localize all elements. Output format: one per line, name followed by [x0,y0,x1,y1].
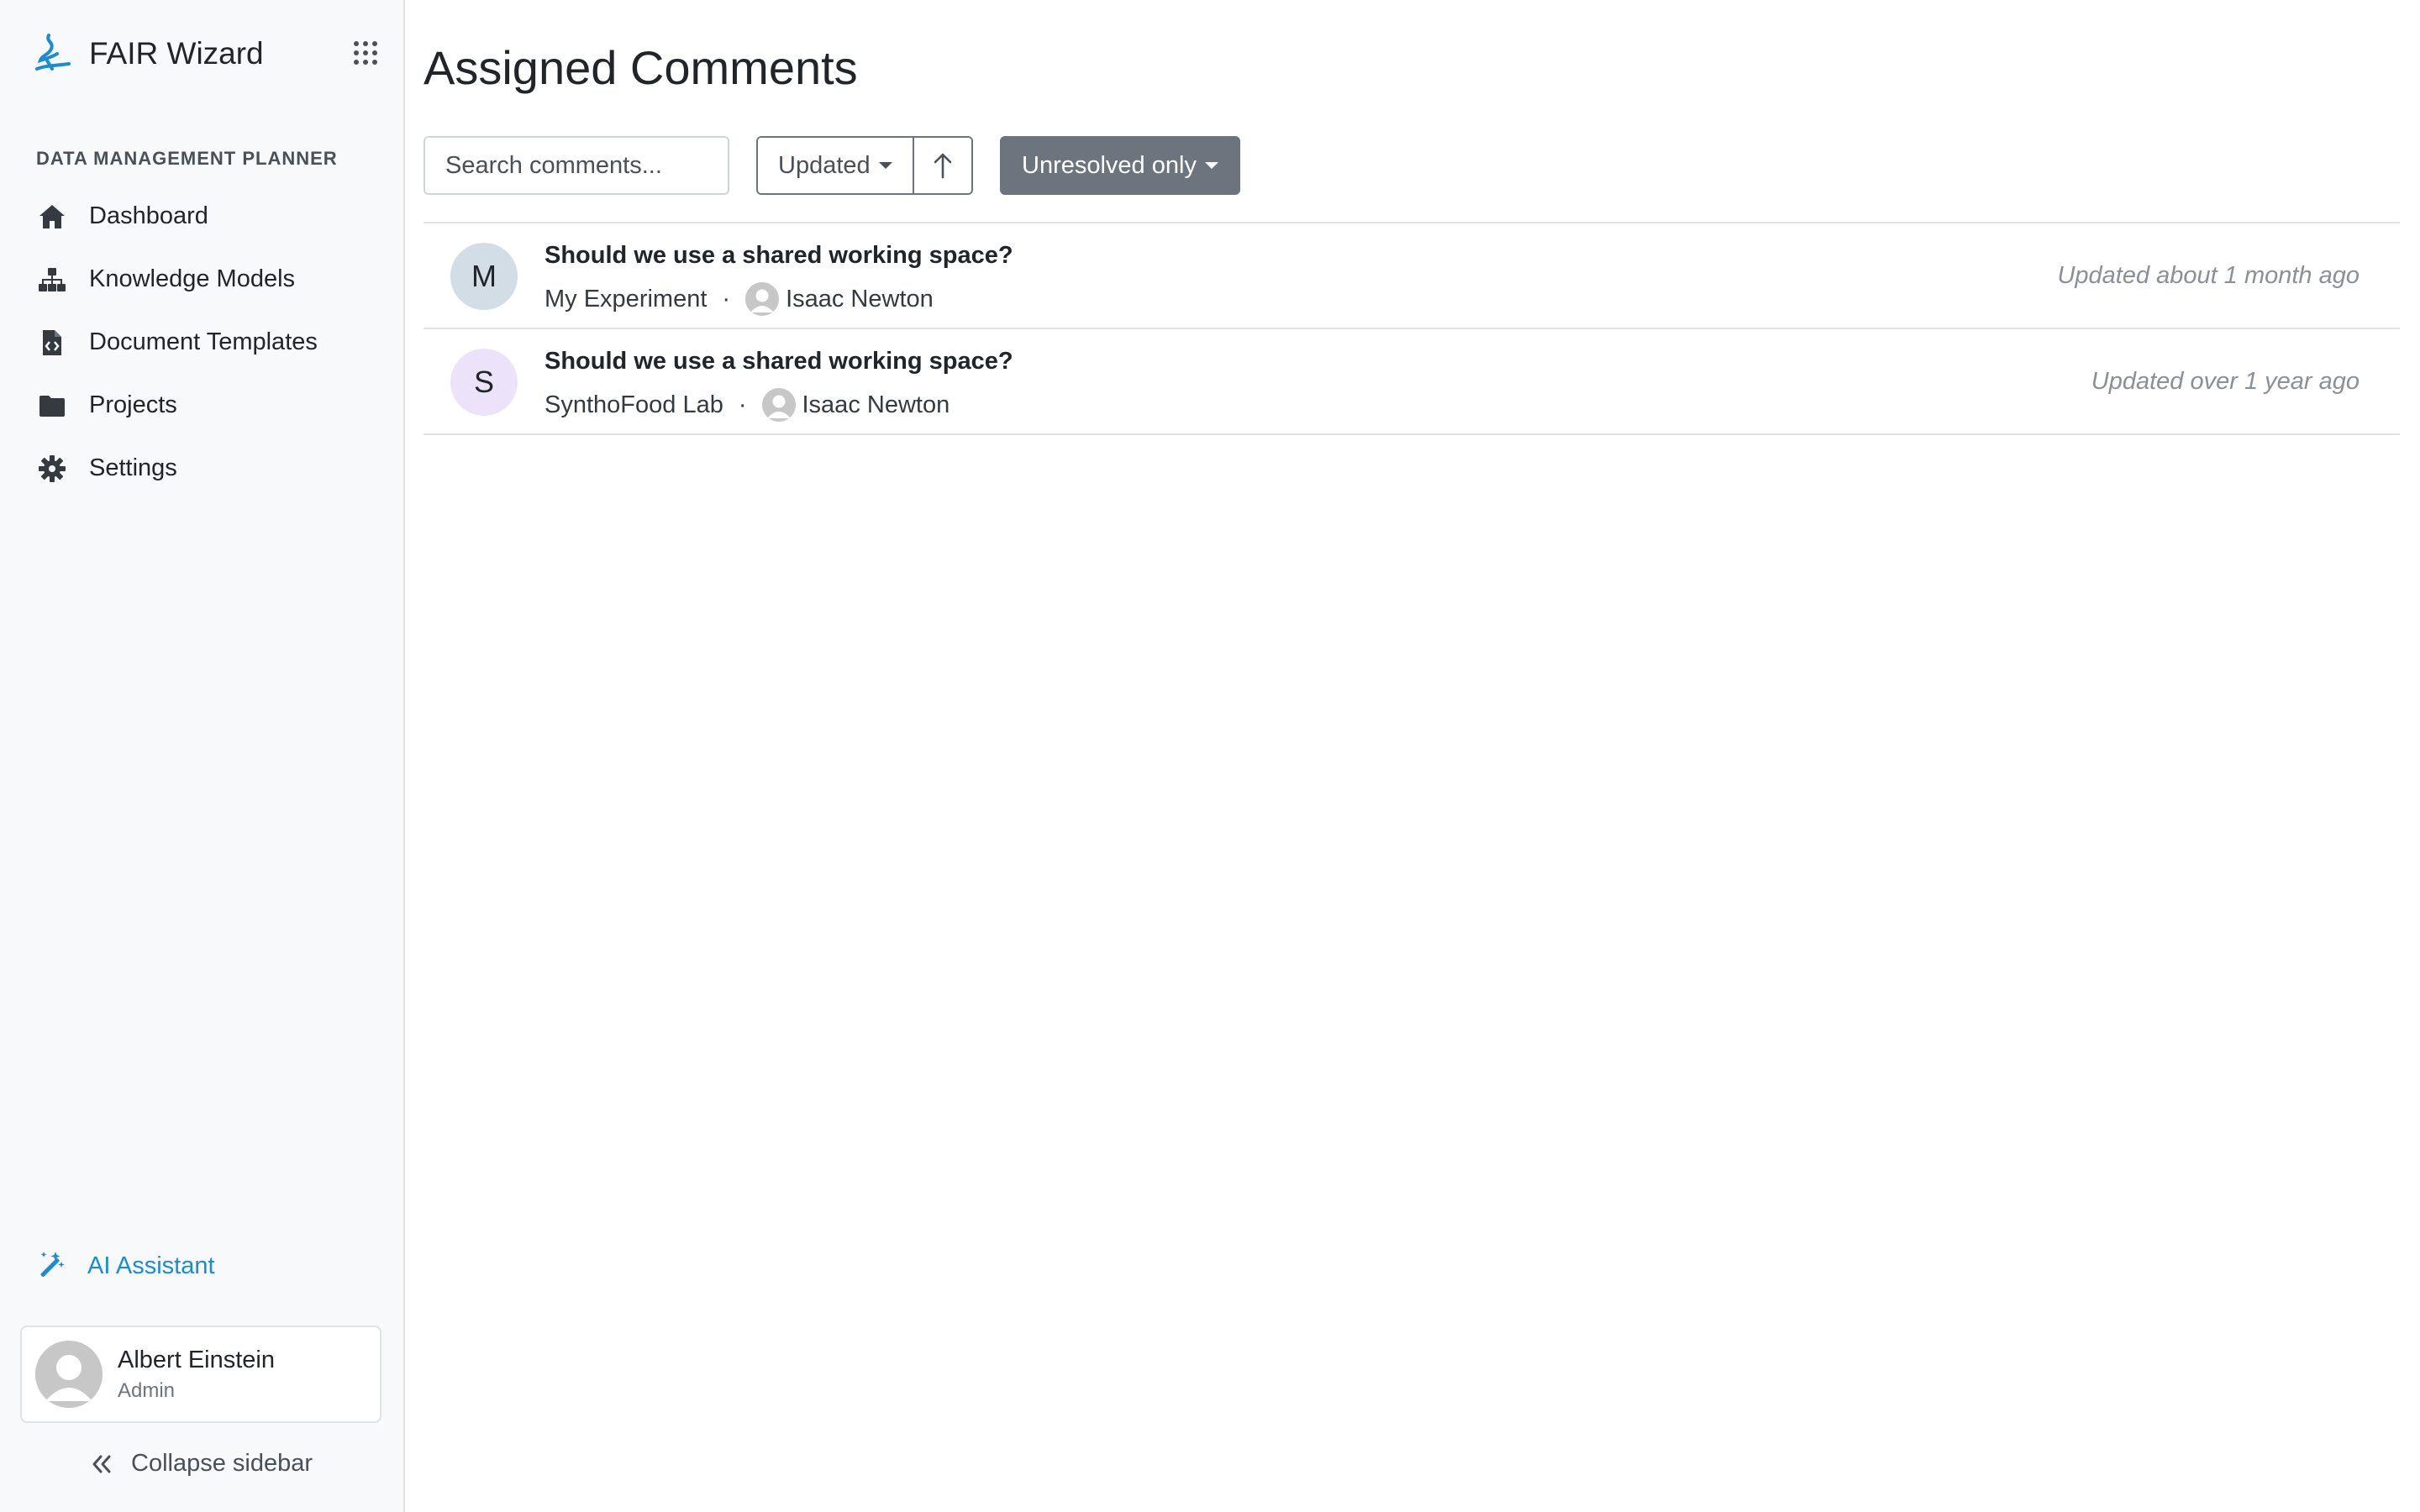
fair-wizard-logo-icon [35,34,71,71]
resolution-filter-dropdown[interactable]: Unresolved only [1000,136,1240,195]
sidebar-nav: Dashboard Knowledge Models Document Temp… [24,185,381,500]
user-role: Admin [118,1378,176,1402]
project-initial-avatar: M [450,243,518,310]
comment-meta: My Experiment · Isaac Newton [544,282,934,316]
file-code-icon [37,328,67,358]
filter-label: Unresolved only [1022,151,1197,179]
page-title: Assigned Comments [424,41,858,94]
sidebar-item-ai-assistant[interactable]: AI Assistant [37,1250,215,1283]
arrow-up-icon [934,153,951,179]
app-name: FAIR Wizard [89,36,264,71]
sidebar: FAIR Wizard DATA MANAGEMENT PLANNER Dash… [0,0,405,1512]
updated-timestamp: Updated over 1 year ago [2091,368,2360,395]
sort-field-label: Updated [778,151,871,179]
sort-field-dropdown[interactable]: Updated [758,138,913,193]
folder-icon [37,391,67,421]
sidebar-item-knowledge-models[interactable]: Knowledge Models [24,248,381,311]
separator-dot: · [738,391,747,418]
updated-timestamp: Updated about 1 month ago [2057,262,2360,289]
brand[interactable]: FAIR Wizard [30,29,264,79]
ai-assistant-label: AI Assistant [87,1252,215,1279]
caret-down-icon [1204,162,1218,169]
comment-meta: SynthoFood Lab · Isaac Newton [544,388,950,422]
chevrons-left-icon [92,1455,111,1473]
user-menu[interactable]: Albert Einstein Admin [20,1326,381,1423]
sidebar-item-label: Knowledge Models [89,265,296,292]
project-name[interactable]: My Experiment [544,286,707,313]
sidebar-item-label: Dashboard [89,202,208,229]
project-initial-avatar: S [450,349,518,416]
sidebar-item-document-templates[interactable]: Document Templates [24,311,381,374]
home-icon [37,202,67,232]
gear-icon [37,454,67,484]
sort-direction-button[interactable] [912,138,971,193]
list-item[interactable]: S Should we use a shared working space? … [424,329,2400,435]
magic-wand-icon [37,1250,66,1283]
sidebar-item-label: Document Templates [89,328,318,355]
sidebar-item-settings[interactable]: Settings [24,437,381,500]
user-avatar [35,1341,103,1408]
sidebar-item-label: Projects [89,391,177,418]
user-avatar-icon [745,282,780,316]
sidebar-section-label: DATA MANAGEMENT PLANNER [36,148,338,169]
caret-down-icon [878,162,892,169]
comment-list: M Should we use a shared working space? … [424,222,2400,435]
assignee-name: Isaac Newton [802,391,950,418]
apps-grid-icon[interactable] [351,39,380,67]
separator-dot: · [722,285,731,312]
sort-control: Updated [756,136,973,195]
assignee-name: Isaac Newton [786,285,934,312]
sidebar-item-label: Settings [89,454,177,481]
sitemap-icon [37,265,67,295]
project-name[interactable]: SynthoFood Lab [544,391,723,419]
sidebar-item-projects[interactable]: Projects [24,374,381,437]
collapse-sidebar-label: Collapse sidebar [131,1450,313,1477]
user-name: Albert Einstein [118,1346,275,1373]
comment-title[interactable]: Should we use a shared working space? [544,242,1013,270]
comment-title[interactable]: Should we use a shared working space? [544,348,1013,375]
collapse-sidebar-button[interactable]: Collapse sidebar [89,1450,313,1478]
user-avatar-icon [761,388,796,422]
main-content: Assigned Comments Updated Unresolved onl… [424,0,2400,1512]
list-item[interactable]: M Should we use a shared working space? … [424,223,2400,329]
sidebar-item-dashboard[interactable]: Dashboard [24,185,381,248]
search-input[interactable] [424,136,729,195]
